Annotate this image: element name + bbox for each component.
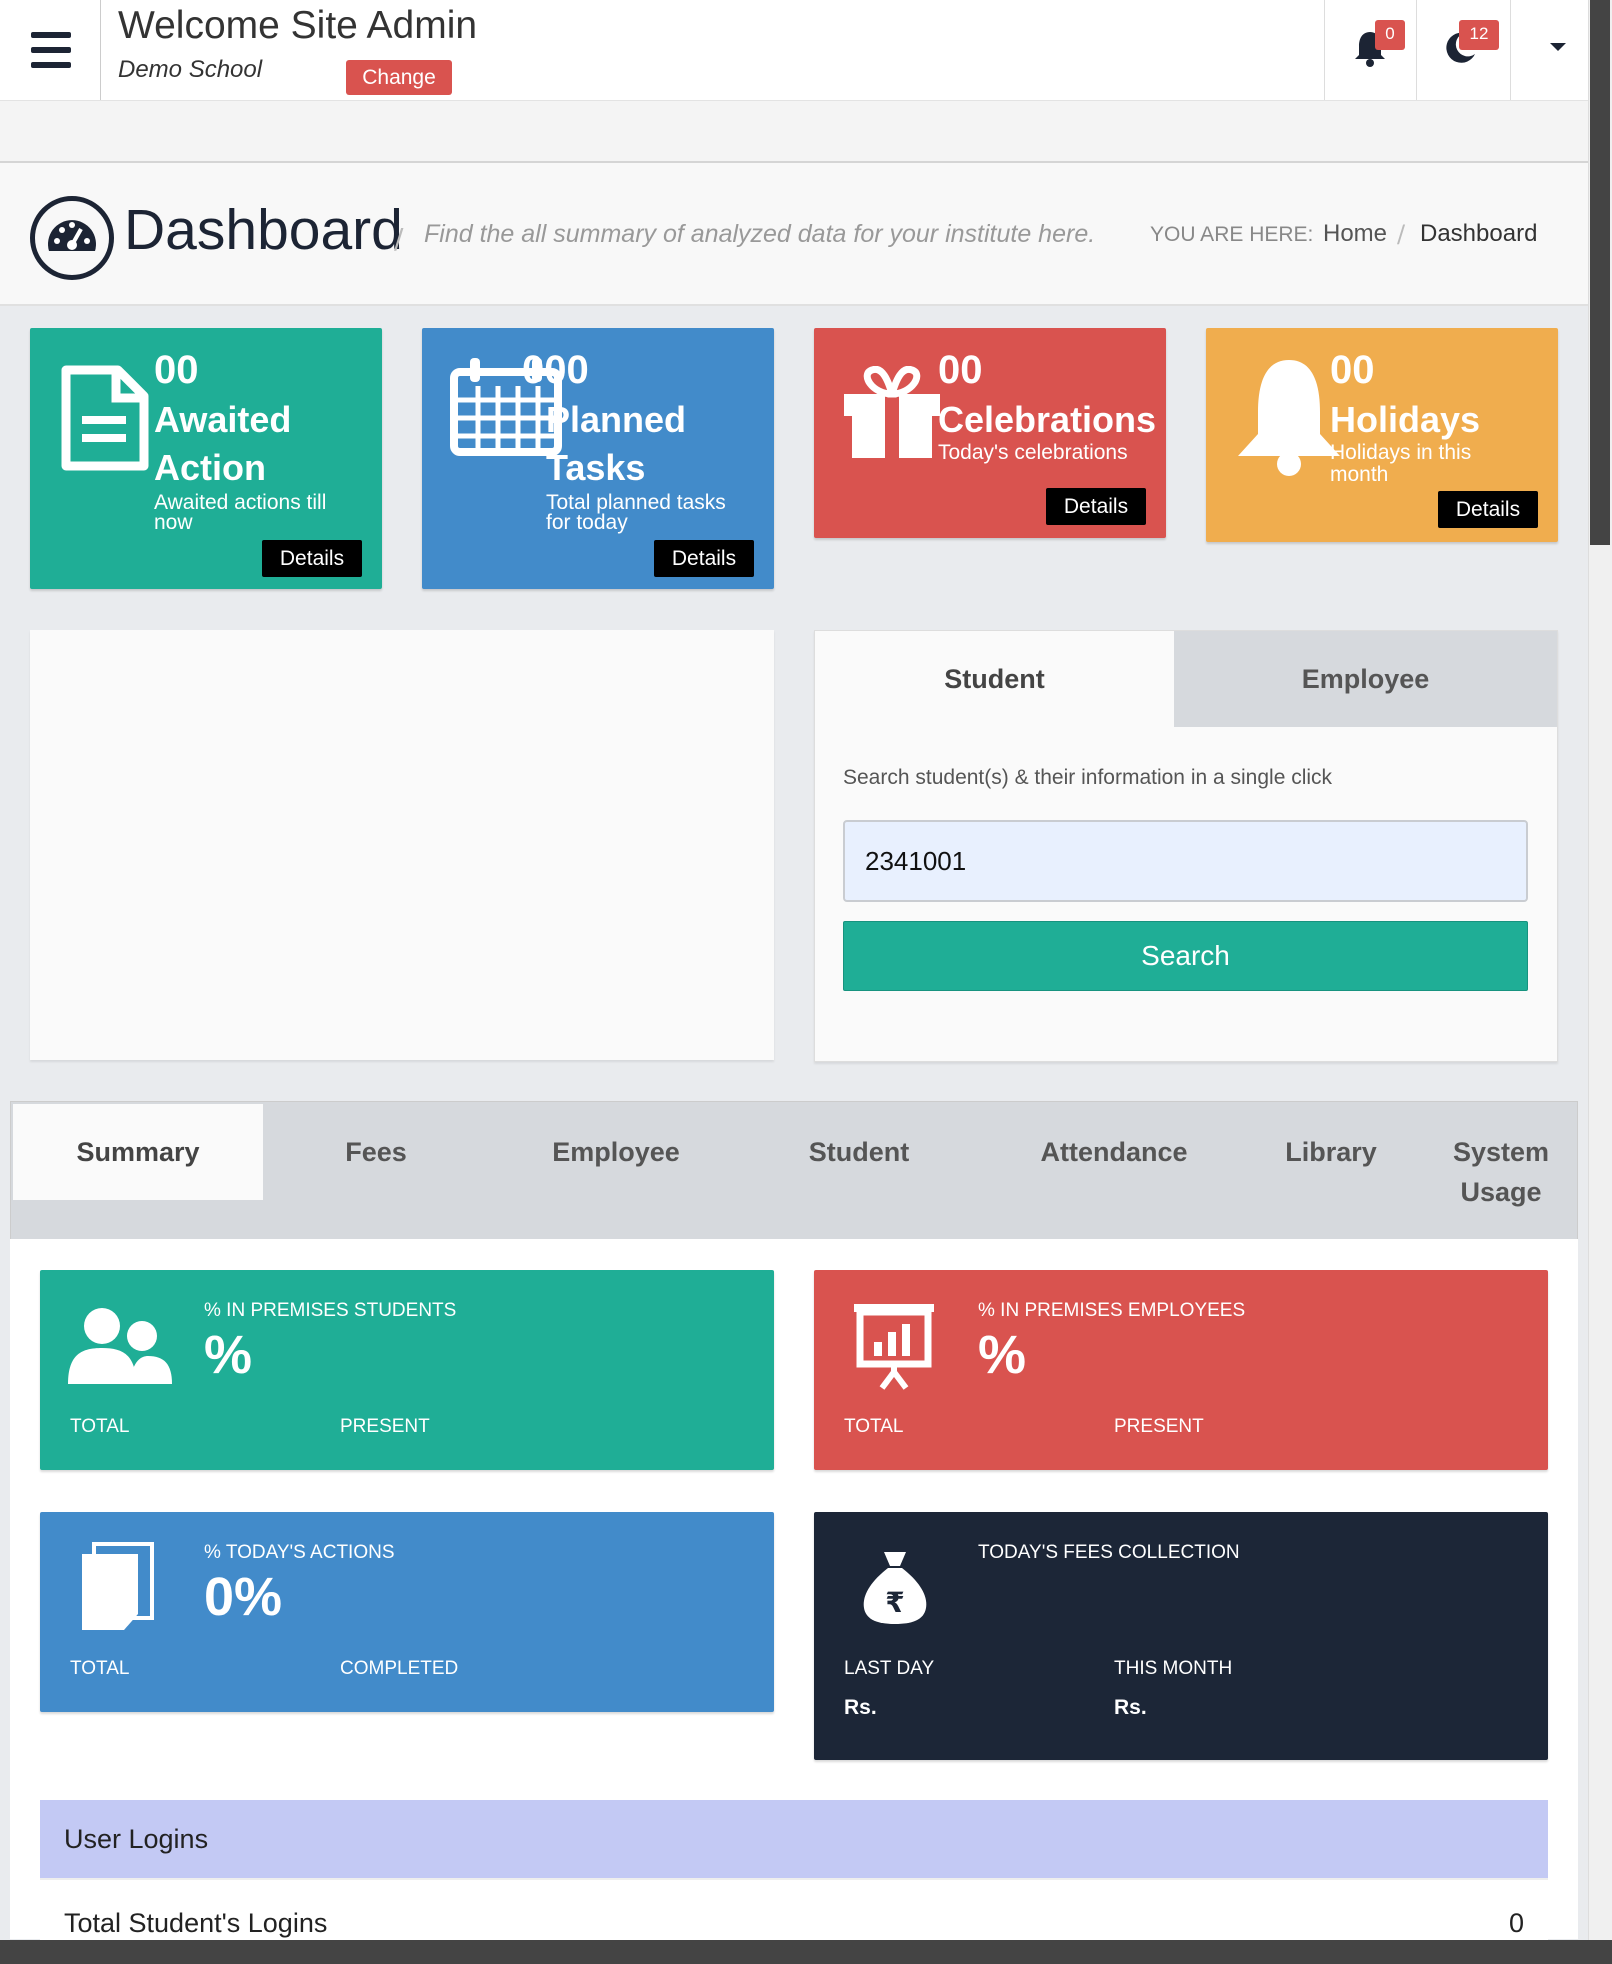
breadcrumb-home-link[interactable]: Home: [1323, 220, 1387, 248]
tab-student-summary[interactable]: Student: [779, 1132, 939, 1172]
horizontal-scrollbar[interactable]: [0, 1940, 1612, 1964]
bell-icon: [1238, 360, 1340, 476]
card-subtitle: Holidays in this: [1330, 441, 1472, 464]
sub-bar: [0, 101, 1588, 163]
awaited-action-card: 00 Awaited Action Awaited actions till n…: [30, 328, 382, 589]
svg-text:₹: ₹: [885, 1586, 904, 1619]
notifications-badge: 0: [1375, 20, 1405, 50]
breadcrumb-current: Dashboard: [1420, 220, 1538, 247]
details-button[interactable]: Details: [654, 540, 754, 577]
divider: [1510, 0, 1511, 100]
messages-badge: 12: [1459, 20, 1499, 50]
tile-value: 0%: [204, 1567, 283, 1627]
title-separator: /: [394, 222, 404, 255]
tile-label: TOTAL: [70, 1416, 130, 1437]
empty-widget-panel: [30, 630, 774, 1060]
logins-row-value: 0: [1508, 1908, 1524, 1938]
page-title: Dashboard: [124, 198, 403, 262]
tile-value: %: [204, 1325, 253, 1385]
card-subtitle: now: [154, 511, 193, 534]
tile-heading: % IN PREMISES STUDENTS: [204, 1300, 457, 1321]
presentation-icon: [854, 1304, 934, 1390]
planned-tasks-card: 000 Planned Tasks Total planned tasks fo…: [422, 328, 774, 589]
menu-toggle-button[interactable]: [0, 0, 101, 100]
details-button[interactable]: Details: [1438, 491, 1538, 528]
card-subtitle: month: [1330, 463, 1389, 486]
this-month-amount: Rs.: [1114, 1696, 1147, 1719]
school-name: Demo School: [118, 56, 263, 83]
card-count: 00: [938, 348, 983, 392]
tile-label: COMPLETED: [340, 1658, 459, 1679]
search-hint: Search student(s) & their information in…: [843, 766, 1333, 789]
user-dropdown-button[interactable]: [1543, 36, 1573, 56]
card-subtitle: for today: [546, 511, 628, 534]
page-subtitle: Find the all summary of analyzed data fo…: [424, 220, 1096, 248]
user-logins-heading: User Logins: [40, 1800, 1548, 1878]
tab-summary[interactable]: Summary: [13, 1104, 263, 1200]
change-school-button[interactable]: Change: [346, 60, 452, 95]
celebrations-card: 00 Celebrations Today's celebrations Det…: [814, 328, 1166, 538]
hamburger-icon: [31, 32, 71, 38]
tile-label: PRESENT: [340, 1416, 430, 1437]
tile-value: %: [978, 1325, 1027, 1385]
tab-fees[interactable]: Fees: [301, 1132, 451, 1172]
summary-tab-bar: Summary Fees Employee Student Attendance…: [10, 1101, 1578, 1241]
in-premises-students-tile: % IN PREMISES STUDENTS % TOTAL PRESENT: [40, 1270, 774, 1470]
tab-label-line: Usage: [1460, 1177, 1542, 1207]
gift-icon: [844, 366, 940, 458]
divider: [1324, 0, 1325, 100]
divider: [1416, 0, 1417, 100]
card-count: 00: [154, 348, 199, 392]
details-button[interactable]: Details: [262, 540, 362, 577]
tab-student[interactable]: Student: [815, 631, 1174, 727]
card-title: Awaited: [154, 399, 292, 440]
documents-icon: [82, 1542, 154, 1630]
tile-heading: % TODAY'S ACTIONS: [204, 1542, 395, 1563]
tile-label: TOTAL: [70, 1658, 130, 1679]
in-premises-employees-tile: % IN PREMISES EMPLOYEES % TOTAL PRESENT: [814, 1270, 1548, 1470]
tab-attendance[interactable]: Attendance: [1019, 1132, 1209, 1172]
welcome-text: Welcome Site Admin: [118, 4, 478, 47]
last-day-amount: Rs.: [844, 1696, 877, 1719]
tab-label-line: System: [1452, 1137, 1550, 1167]
todays-actions-tile: % TODAY'S ACTIONS 0% TOTAL COMPLETED: [40, 1512, 774, 1712]
card-subtitle: Today's celebrations: [938, 441, 1128, 464]
users-icon: [68, 1308, 172, 1384]
logins-row: Total Student's Logins 0: [40, 1878, 1548, 1940]
tab-employee-summary[interactable]: Employee: [531, 1132, 701, 1172]
vertical-scrollbar-thumb[interactable]: [1590, 0, 1610, 545]
breadcrumb-separator: /: [1397, 220, 1406, 248]
hamburger-icon-line: [31, 47, 71, 53]
tile-label: TOTAL: [844, 1416, 904, 1437]
money-bag-icon: ₹: [863, 1552, 927, 1624]
details-button[interactable]: Details: [1046, 488, 1146, 525]
card-count: 00: [1330, 348, 1375, 392]
card-count: 000: [522, 348, 589, 392]
breadcrumb-label: YOU ARE HERE:: [1150, 223, 1314, 246]
card-title: Action: [154, 447, 266, 488]
tile-label: LAST DAY: [844, 1658, 935, 1679]
fees-collection-tile: ₹ TODAY'S FEES COLLECTION LAST DAY THIS …: [814, 1512, 1548, 1760]
card-title: Planned: [546, 399, 687, 440]
tile-heading: TODAY'S FEES COLLECTION: [978, 1542, 1240, 1563]
student-search-input[interactable]: [843, 820, 1528, 902]
document-icon: [61, 365, 149, 471]
tile-label: THIS MONTH: [1114, 1658, 1233, 1679]
tab-system-usage[interactable]: System Usage: [1431, 1132, 1571, 1212]
tile-heading: % IN PREMISES EMPLOYEES: [978, 1300, 1246, 1321]
dashboard-icon: [30, 196, 114, 280]
card-title: Celebrations: [938, 399, 1157, 440]
card-title: Tasks: [546, 447, 646, 488]
tab-library[interactable]: Library: [1261, 1132, 1401, 1172]
tab-employee[interactable]: Employee: [1174, 631, 1557, 727]
search-button[interactable]: Search: [843, 921, 1528, 991]
logins-row-label: Total Student's Logins: [64, 1908, 328, 1938]
hamburger-icon-line: [31, 62, 71, 68]
caret-down-icon: [1550, 43, 1566, 51]
holidays-card: 00 Holidays Holidays in this month Detai…: [1206, 328, 1558, 542]
tile-label: PRESENT: [1114, 1416, 1204, 1437]
card-title: Holidays: [1330, 399, 1481, 440]
